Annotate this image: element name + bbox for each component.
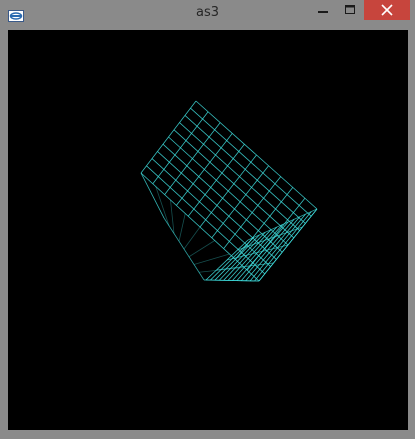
minimize-icon (318, 11, 328, 13)
wire-line (183, 226, 201, 250)
close-icon (381, 4, 393, 16)
wire-line (216, 262, 274, 271)
close-button[interactable] (364, 0, 410, 20)
wireframe-cube (140, 100, 318, 282)
wire-line (247, 208, 318, 241)
minimize-button[interactable] (312, 0, 334, 20)
app-window: as3 (0, 0, 415, 439)
maximize-icon (345, 5, 355, 14)
wire-line (168, 136, 289, 246)
maximize-button[interactable] (338, 0, 362, 20)
wire-line (178, 213, 186, 242)
wire-line (146, 165, 266, 275)
wire-line (163, 217, 205, 281)
wire-line (188, 240, 215, 258)
render-canvas[interactable] (8, 30, 408, 430)
wire-line (140, 172, 165, 219)
title-bar[interactable]: as3 (0, 0, 415, 26)
wire-line (162, 143, 283, 253)
wire-line (151, 158, 271, 267)
